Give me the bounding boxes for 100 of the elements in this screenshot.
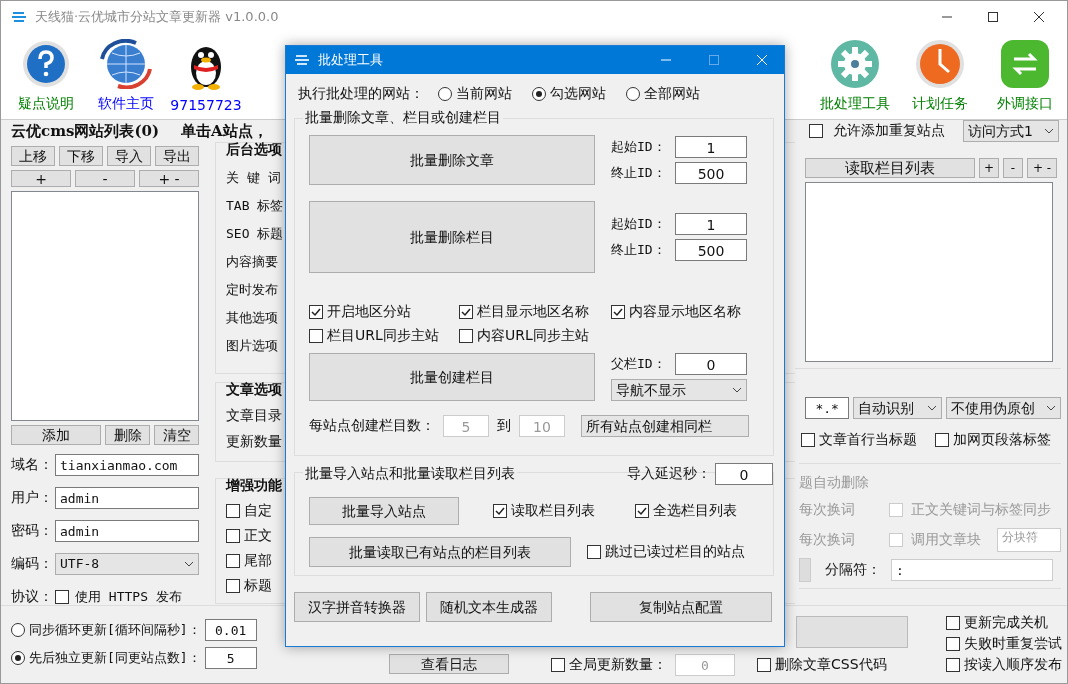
input-field[interactable]: tianxianmao.com [55, 454, 199, 476]
group-title: 批量导入站点和批量读取栏目列表 [303, 465, 517, 483]
input-field[interactable]: 5 [204, 647, 257, 669]
toolbar-link[interactable]: 软件主页 [98, 95, 154, 113]
input-field[interactable]: 500 [675, 162, 747, 184]
checkbox[interactable] [611, 305, 625, 319]
batch-import-button[interactable]: 批量导入站点 [309, 497, 459, 525]
checkbox[interactable] [757, 658, 771, 672]
group-title: 后台选项 [226, 141, 282, 159]
radio-button[interactable] [11, 623, 25, 637]
checkbox[interactable] [309, 305, 323, 319]
checkbox-label: 内容显示地区名称 [629, 303, 741, 321]
input-field[interactable]: 500 [675, 239, 747, 261]
radio-label: 勾选网站 [550, 85, 606, 103]
option-label: 其他选项 [226, 309, 278, 327]
radio-button[interactable] [532, 87, 546, 101]
field-label: 终止ID： [611, 241, 667, 259]
input-field[interactable]: 1 [675, 213, 747, 235]
read-columns-button[interactable]: 读取栏目列表 [805, 158, 975, 178]
input-field[interactable]: 0 [715, 463, 773, 485]
maximize-icon[interactable] [987, 11, 999, 23]
pattern-field[interactable]: *.* [805, 397, 850, 419]
toolbar-link[interactable]: 计划任务 [911, 95, 968, 113]
list-button[interactable]: 导入 [107, 146, 151, 166]
input-field[interactable]: 1 [675, 136, 747, 158]
encoding-select[interactable]: UTF-8 [55, 553, 199, 575]
checkbox-label: 允许添加重复站点 [833, 122, 945, 140]
list-button[interactable]: 导出 [155, 146, 199, 166]
access-mode-select[interactable]: 访问方式1 [963, 120, 1059, 142]
radio-button[interactable] [626, 87, 640, 101]
checkbox[interactable] [801, 433, 815, 447]
list-button[interactable]: 添加 [11, 425, 101, 445]
checkbox[interactable] [226, 579, 240, 593]
checkbox-label: 跳过已读过栏目的站点 [605, 543, 745, 561]
checkbox[interactable] [459, 305, 473, 319]
gear-icon[interactable] [829, 39, 880, 89]
tool-button[interactable]: 复制站点配置 [590, 592, 772, 622]
separator-field[interactable]: : [891, 559, 1053, 581]
tool-button[interactable]: 汉字拼音转换器 [294, 592, 420, 622]
list-button[interactable]: 上移 [11, 146, 55, 166]
checkbox[interactable] [459, 329, 473, 343]
toolbar-link[interactable]: 疑点说明 [18, 95, 74, 113]
checkbox[interactable] [493, 504, 507, 518]
list-button[interactable]: + - [139, 170, 199, 187]
toolbar-link[interactable]: 97157723 [170, 97, 242, 113]
checkbox[interactable] [55, 590, 69, 604]
maximize-icon [708, 54, 720, 66]
list-button[interactable]: 下移 [59, 146, 103, 166]
list-button[interactable]: + [11, 170, 71, 187]
batch-create-button[interactable]: 批量创建栏目 [309, 353, 595, 401]
list-button[interactable]: - [1003, 158, 1023, 178]
radio-button[interactable] [11, 651, 25, 665]
exchange-arrows-icon[interactable] [999, 39, 1050, 89]
checkbox[interactable] [946, 616, 960, 630]
batch-delete-button[interactable]: 批量删除栏目 [309, 201, 595, 273]
checkbox-label: 标题 [244, 577, 272, 595]
field-label: 分隔符： [825, 561, 881, 579]
batch-delete-button[interactable]: 批量删除文章 [309, 135, 595, 185]
checkbox[interactable] [809, 124, 823, 138]
checkbox-label: 开启地区分站 [327, 303, 411, 321]
list-button[interactable]: 清空 [154, 425, 199, 445]
caret-icon [184, 561, 194, 567]
checkbox[interactable] [309, 329, 323, 343]
checkbox[interactable] [587, 545, 601, 559]
input-field[interactable]: admin [55, 520, 199, 542]
help-icon[interactable] [21, 39, 71, 89]
field-label: 导入延迟秒： [627, 465, 711, 483]
rewrite-mode-select[interactable]: 不使用伪原创 [945, 397, 1061, 419]
checkbox[interactable] [226, 504, 240, 518]
tool-button[interactable]: 随机文本生成器 [426, 592, 552, 622]
checkbox[interactable] [226, 529, 240, 543]
toolbar-link[interactable]: 外调接口 [996, 95, 1053, 113]
radio-button[interactable] [438, 87, 452, 101]
checkbox-label: 使用 HTTPS 发布 [75, 588, 182, 606]
batch-read-button[interactable]: 批量读取已有站点的栏目列表 [309, 537, 571, 567]
option-label: 定时发布 [226, 281, 278, 299]
list-button[interactable]: + - [1027, 158, 1057, 178]
checkbox[interactable] [946, 637, 960, 651]
list-button[interactable]: + [979, 158, 999, 178]
list-button[interactable]: 删除 [105, 425, 150, 445]
navigation-select[interactable]: 导航不显示 [611, 379, 747, 401]
clock-icon[interactable] [914, 39, 965, 89]
checkbox-label: 栏目显示地区名称 [477, 303, 589, 321]
checkbox-label: 按读入顺序发布 [964, 656, 1062, 674]
toolbar-link[interactable]: 批处理工具 [819, 95, 890, 113]
encoding-mode-select[interactable]: 自动识别 [853, 397, 942, 419]
input-field[interactable]: 0.01 [204, 619, 257, 641]
create-mode-select[interactable]: 所有站点创建相同栏 [581, 415, 749, 437]
checkbox-label: 加网页段落标签 [953, 431, 1051, 449]
option-label: 每次换词 [799, 501, 856, 519]
view-log-button[interactable]: 查看日志 [389, 654, 509, 674]
checkbox[interactable] [935, 433, 949, 447]
input-field[interactable]: admin [55, 487, 199, 509]
site-list-title: 云优cms网站列表(0) [11, 121, 160, 141]
input-field[interactable]: 0 [675, 353, 747, 375]
checkbox[interactable] [946, 658, 960, 672]
checkbox[interactable] [635, 504, 649, 518]
close-icon[interactable] [1033, 11, 1045, 23]
list-button[interactable]: - [75, 170, 135, 187]
checkbox[interactable] [226, 554, 240, 568]
